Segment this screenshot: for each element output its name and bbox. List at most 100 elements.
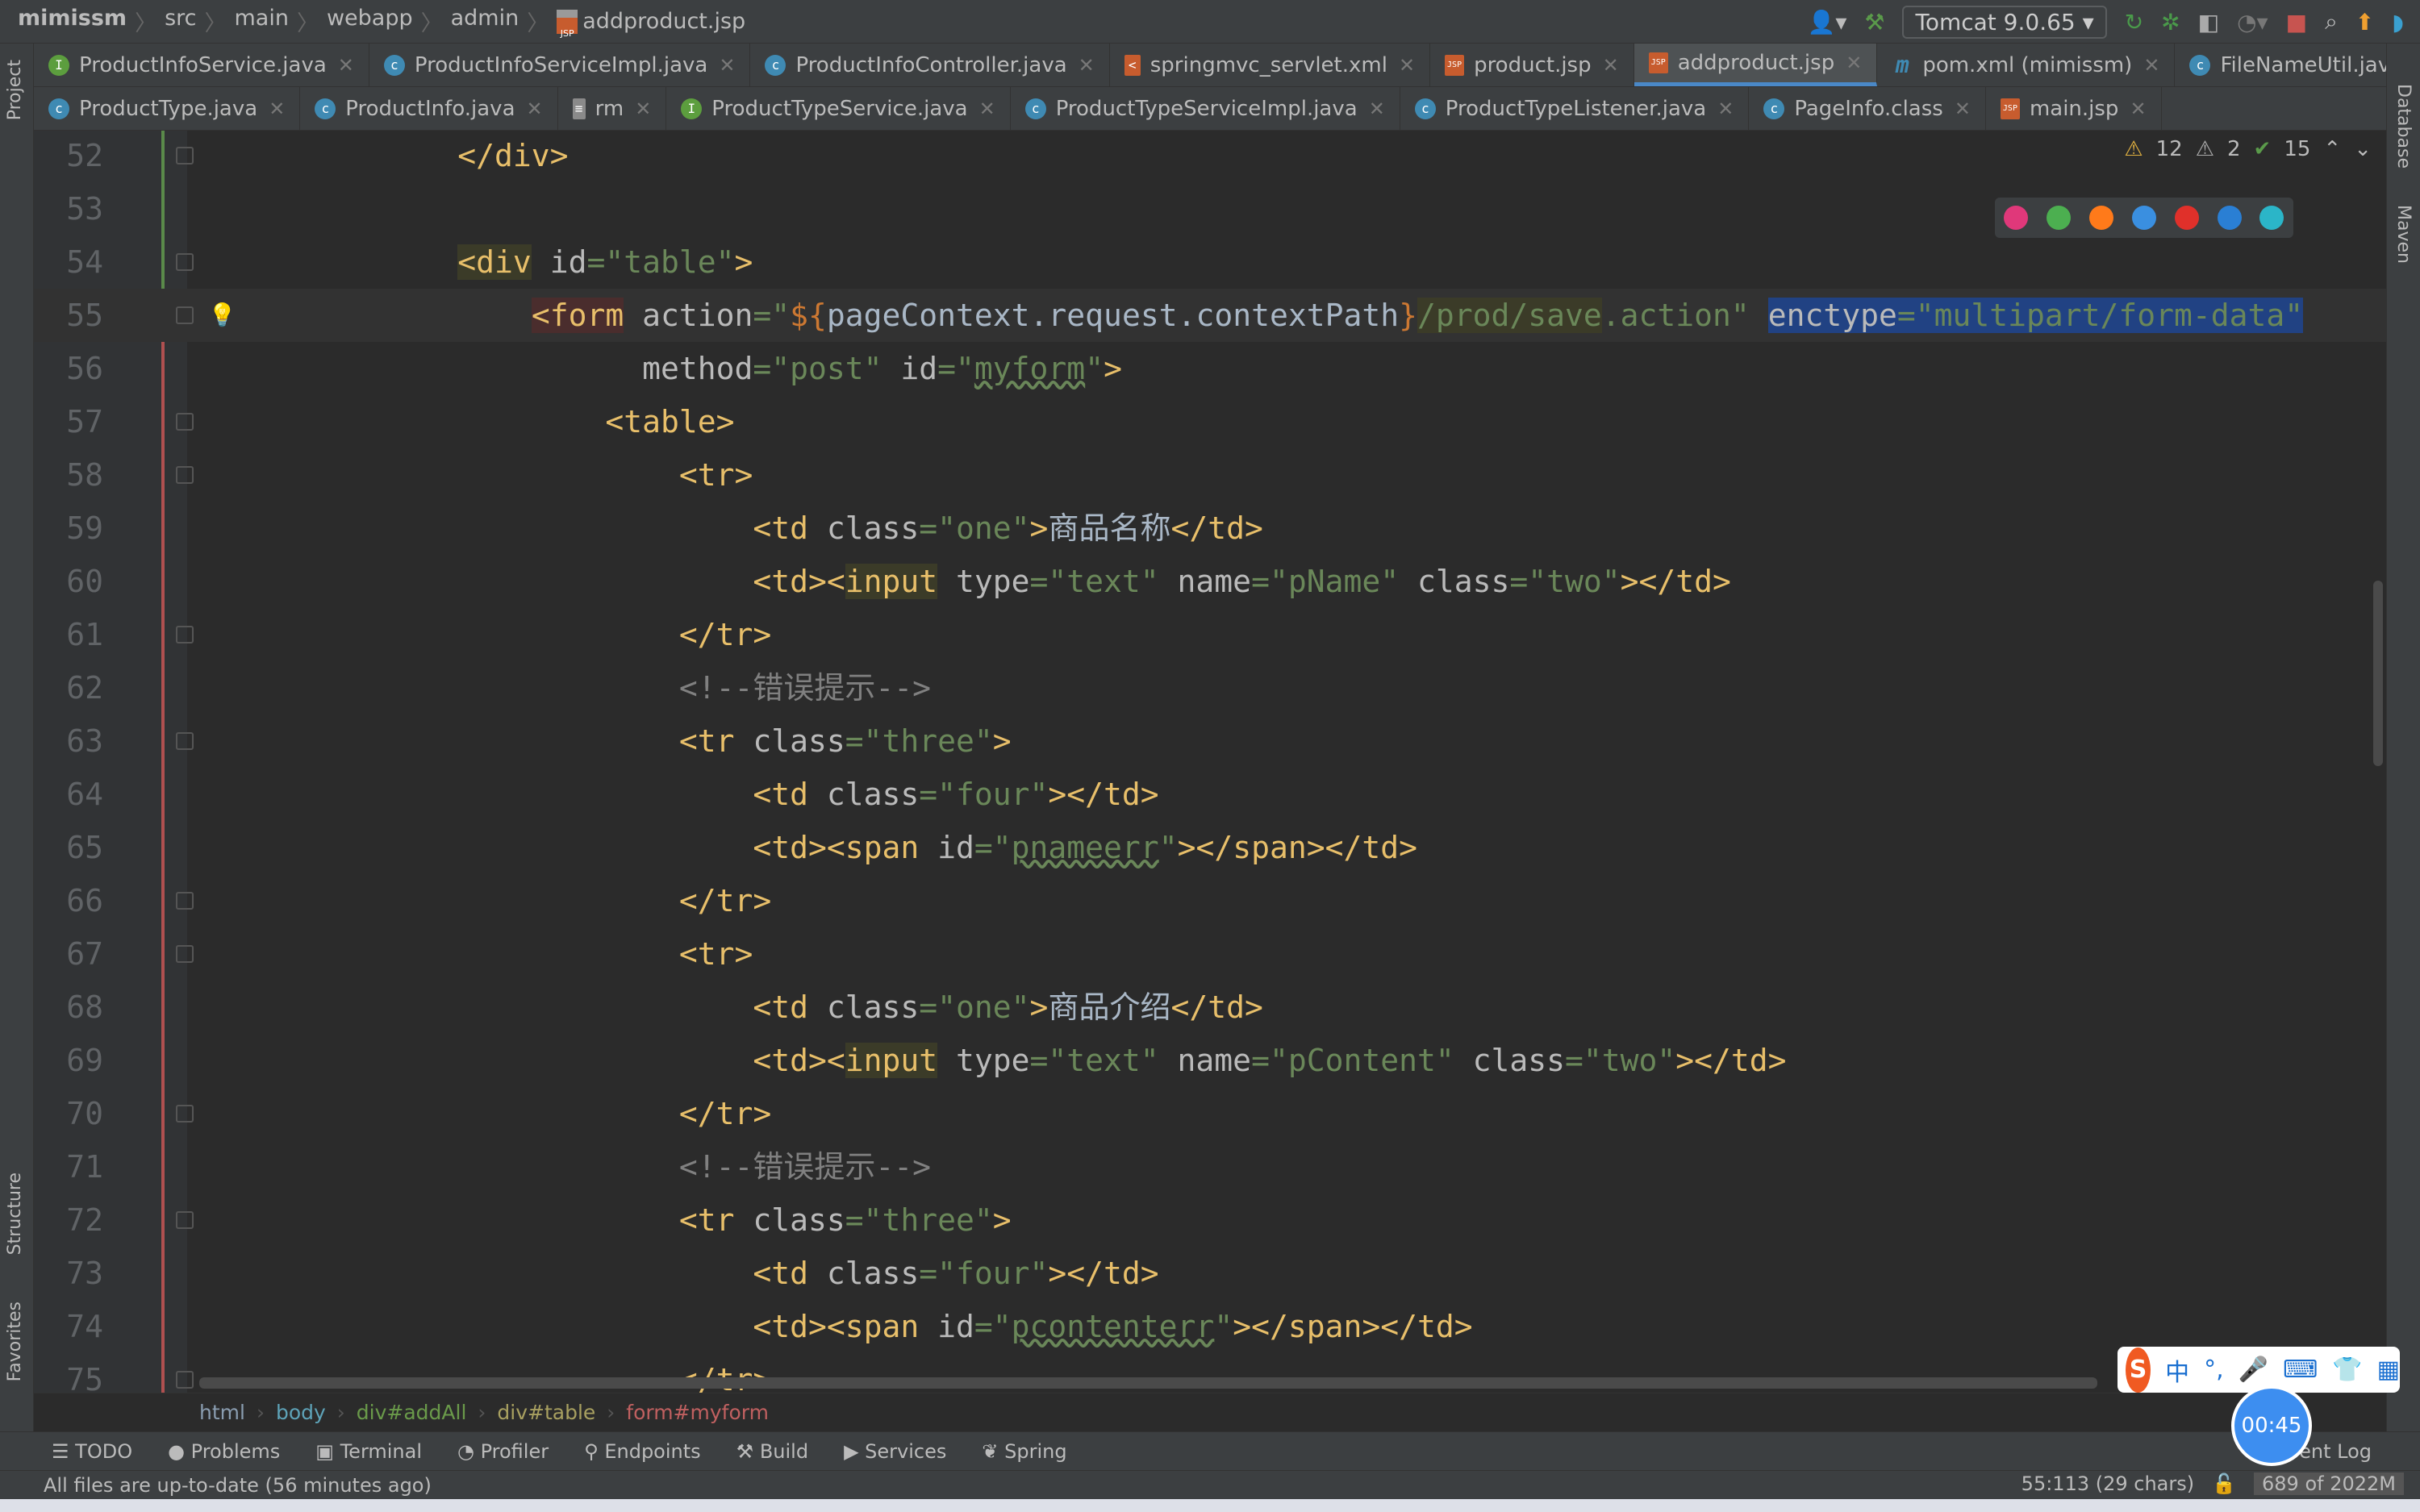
memory-indicator[interactable]: 689 of 2022M [2254,1472,2404,1495]
tab-productinfoserviceimpl-java[interactable]: c ProductInfoServiceImpl.java ✕ [369,44,751,86]
tab-productinfo-java[interactable]: c ProductInfo.java ✕ [300,87,558,130]
code-line[interactable]: 55 💡 <form action="${pageContext.request.… [34,289,2386,342]
profile-icon[interactable]: ◔▾ [2237,9,2268,35]
code-line[interactable]: 68 <td class="one">商品介绍</td> [34,981,2386,1034]
tab-producttypeservice-java[interactable]: I ProductTypeService.java ✕ [666,87,1011,130]
lock-icon[interactable]: 🔓 [2212,1472,2236,1495]
close-tab-icon[interactable]: ✕ [1399,54,1415,77]
browser-icon[interactable] [2089,206,2114,230]
breadcrumb-item[interactable]: admin [451,6,519,37]
close-tab-icon[interactable]: ✕ [979,98,995,120]
close-tab-icon[interactable]: ✕ [719,54,735,77]
fold-marker-icon[interactable] [176,1105,194,1123]
user-icon[interactable]: 👤▾ [1807,9,1846,35]
breadcrumb-item[interactable]: main [234,6,288,37]
toolwindow-spring[interactable]: ❦ Spring [982,1440,1066,1463]
code-line[interactable]: 73 <td class="four"></td> [34,1247,2386,1300]
code-line[interactable]: 56 method="post" id="myform"> [34,342,2386,395]
project-tool-button[interactable]: Project [5,60,25,120]
code-line[interactable]: 70 </tr> [34,1087,2386,1140]
fold-marker-icon[interactable] [176,732,194,750]
fold-marker-icon[interactable] [176,626,194,644]
structure-tool-button[interactable]: Structure [5,1173,25,1255]
run-config-select[interactable]: Tomcat 9.0.65 ▾ [1902,5,2107,39]
path-crumb[interactable]: div#addAll [357,1401,467,1424]
coverage-icon[interactable]: ◧ [2198,9,2219,35]
toolwindow-build[interactable]: ⚒ Build [736,1440,808,1463]
keyboard-icon[interactable]: ⌨ [2283,1356,2318,1384]
close-tab-icon[interactable]: ✕ [2143,54,2159,77]
close-tab-icon[interactable]: ✕ [1955,98,1971,120]
build-hammer-icon[interactable]: ⚒ [1864,9,1884,35]
close-tab-icon[interactable]: ✕ [1079,54,1095,77]
browser-icon[interactable] [2047,206,2072,230]
browser-icon[interactable] [2259,206,2284,230]
breadcrumb-item[interactable]: webapp [327,6,413,37]
toolbox-icon[interactable]: ▦ [2377,1356,2400,1384]
fold-marker-icon[interactable] [176,147,194,165]
close-tab-icon[interactable]: ✕ [1717,98,1734,120]
database-tool-button[interactable]: Database [2393,84,2414,169]
fold-marker-icon[interactable] [176,1371,194,1389]
tab-producttypelistener-java[interactable]: c ProductTypeListener.java ✕ [1400,87,1750,130]
close-tab-icon[interactable]: ✕ [1603,54,1619,77]
browser-icon[interactable] [2174,206,2199,230]
debug-icon[interactable]: ✲ [2161,9,2180,35]
close-tab-icon[interactable]: ✕ [635,98,651,120]
fold-marker-icon[interactable] [176,306,194,324]
tab-pom-xml-mimissm-[interactable]: m pom.xml (mimissm) ✕ [1877,44,2176,86]
toolwindow-problems[interactable]: ● Problems [168,1440,280,1463]
close-tab-icon[interactable]: ✕ [527,98,543,120]
horizontal-scrollbar[interactable] [199,1377,2097,1389]
punctuation-icon[interactable]: °, [2204,1356,2224,1384]
next-highlight-icon[interactable]: ⌄ [2354,137,2372,161]
path-crumb[interactable]: html [199,1401,245,1424]
ime-toolbar[interactable]: S 中 °, 🎤 ⌨ 👕 ▦ [2118,1347,2400,1393]
vertical-scrollbar[interactable] [2373,581,2383,766]
path-crumb[interactable]: body [276,1401,326,1424]
code-line[interactable]: 59 <td class="one">商品名称</td> [34,502,2386,555]
favorites-tool-button[interactable]: Favorites [5,1302,25,1381]
code-line[interactable]: 63 <tr class="three"> [34,714,2386,768]
tab-rm[interactable]: ≡ rm ✕ [558,87,667,130]
tab-productinfocontroller-java[interactable]: c ProductInfoController.java ✕ [750,44,1110,86]
inspection-widget[interactable]: ⚠ 12 ⚠ 2 ✔ 15 ⌃ ⌄ [2124,137,2372,161]
breadcrumb-item[interactable]: mimissm [18,6,127,37]
close-tab-icon[interactable]: ✕ [2130,98,2146,120]
caret-position[interactable]: 55:113 (29 chars) [2022,1472,2194,1495]
microphone-icon[interactable]: 🎤 [2238,1356,2268,1384]
browser-icon[interactable] [2131,206,2156,230]
tab-springmvc-servlet-xml[interactable]: < springmvc_servlet.xml ✕ [1110,44,1431,86]
fold-marker-icon[interactable] [176,413,194,431]
update-icon[interactable]: ⬆ [2355,9,2374,35]
browser-icon[interactable] [2217,206,2242,230]
toolwindow-endpoints[interactable]: ⚲ Endpoints [584,1440,701,1463]
previous-highlight-icon[interactable]: ⌃ [2323,137,2341,161]
code-line[interactable]: 58 <tr> [34,448,2386,502]
code-line[interactable]: 57 <table> [34,395,2386,448]
toolwindow-todo[interactable]: ☰ TODO [52,1440,132,1463]
close-tab-icon[interactable]: ✕ [338,54,354,77]
tab-productinfoservice-java[interactable]: I ProductInfoService.java ✕ [34,44,369,86]
tab-filenameutil-java[interactable]: cFileNameUtil.java✕ [2175,44,2420,86]
code-line[interactable]: 62 <!--错误提示--> [34,661,2386,714]
search-icon[interactable]: ⌕ [2325,8,2338,35]
code-line[interactable]: 69 <td><input type="text" name="pContent… [34,1034,2386,1087]
breadcrumb-item[interactable]: src [165,6,196,37]
ime-language[interactable]: 中 [2165,1352,2189,1388]
code-line[interactable]: 74 <td><span id="pcontenterr"></span></t… [34,1300,2386,1353]
close-tab-icon[interactable]: ✕ [269,98,285,120]
code-line[interactable]: 64 <td class="four"></td> [34,768,2386,821]
plugin-icon[interactable]: ◗ [2392,9,2404,35]
rerun-icon[interactable]: ↻ [2125,9,2143,35]
maven-tool-button[interactable]: Maven [2393,205,2414,264]
code-line[interactable]: 67 <tr> [34,927,2386,981]
breadcrumb-file[interactable]: addproduct.jsp [582,9,745,34]
path-crumb[interactable]: form#myform [626,1401,769,1424]
tab-addproduct-jsp[interactable]: JSP addproduct.jsp ✕ [1634,44,1878,86]
code-line[interactable]: 66 </tr> [34,874,2386,927]
tab-product-jsp[interactable]: JSP product.jsp ✕ [1430,44,1634,86]
skin-icon[interactable]: 👕 [2332,1356,2362,1384]
code-line[interactable]: 60 <td><input type="text" name="pName" c… [34,555,2386,608]
code-line[interactable]: 65 <td><span id="pnameerr"></span></td> [34,821,2386,874]
